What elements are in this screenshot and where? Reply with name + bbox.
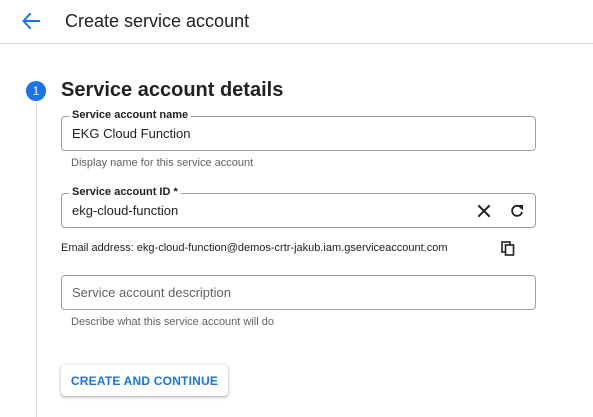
page-title: Create service account — [65, 11, 250, 31]
refresh-icon — [511, 204, 523, 217]
clear-id-button[interactable] — [474, 201, 494, 221]
copy-icon — [501, 240, 515, 256]
service-account-id-value[interactable]: ekg-cloud-function — [72, 203, 178, 219]
service-account-description-field[interactable] — [61, 275, 536, 310]
service-account-name-hint: Display name for this service account — [71, 157, 254, 169]
close-icon — [477, 204, 491, 218]
top-bar: Create service account — [0, 0, 593, 44]
service-account-id-label: Service account ID * — [69, 185, 181, 199]
service-account-description-hint: Describe what this service account will … — [71, 316, 274, 328]
create-and-continue-button[interactable]: CREATE AND CONTINUE — [61, 365, 228, 396]
service-account-name-label: Service account name — [69, 108, 192, 122]
service-account-name-value[interactable]: EKG Cloud Function — [72, 126, 191, 142]
stepper-line — [36, 101, 37, 417]
regenerate-id-button[interactable] — [507, 201, 527, 221]
service-account-description-input[interactable] — [63, 277, 443, 308]
step-title: Service account details — [61, 79, 284, 101]
copy-email-button[interactable] — [498, 238, 518, 258]
service-account-name-field[interactable]: Service account name EKG Cloud Function — [61, 108, 536, 151]
email-address-text: Email address: ekg-cloud-function@demos-… — [61, 242, 448, 254]
back-button[interactable] — [18, 9, 44, 33]
service-account-id-field[interactable]: Service account ID * ekg-cloud-function — [61, 185, 536, 228]
step-number-badge: 1 — [26, 81, 46, 101]
arrow-back-icon — [22, 13, 40, 29]
